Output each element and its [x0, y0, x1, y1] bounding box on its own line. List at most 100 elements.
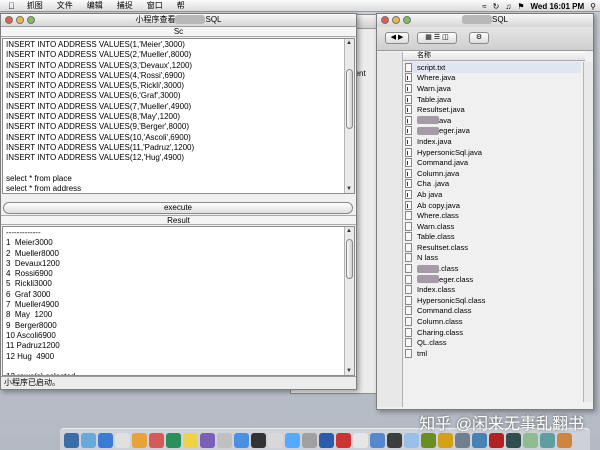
file-row[interactable]: tml: [405, 348, 581, 359]
execute-button[interactable]: execute: [3, 202, 353, 214]
dock-app-icon[interactable]: [302, 433, 317, 448]
dock-app-icon[interactable]: [285, 433, 300, 448]
menu-clock[interactable]: Wed 16:01 PM: [530, 2, 584, 11]
dock-app-icon[interactable]: [268, 433, 283, 448]
dock-app-icon[interactable]: [319, 433, 334, 448]
dock-app-icon[interactable]: [421, 433, 436, 448]
sql-scroll-thumb[interactable]: [346, 69, 353, 129]
zoom-button[interactable]: [403, 16, 411, 24]
file-row[interactable]: Ab java: [405, 189, 581, 200]
menu-item-grab[interactable]: 抓图: [20, 0, 50, 11]
dock-app-icon[interactable]: [455, 433, 470, 448]
scroll-up-icon[interactable]: ▲: [346, 228, 352, 234]
file-row[interactable]: Resultset.class: [405, 242, 581, 253]
file-row[interactable]: .class: [405, 263, 581, 274]
file-row[interactable]: Where.class: [405, 210, 581, 221]
file-row[interactable]: Warn.class: [405, 221, 581, 232]
dock-app-icon[interactable]: [557, 433, 572, 448]
file-row[interactable]: HypersonicSql.class: [405, 295, 581, 306]
dock-app-icon[interactable]: [336, 433, 351, 448]
file-row[interactable]: QL.class: [405, 337, 581, 348]
dock-app-icon[interactable]: [64, 433, 79, 448]
result-output[interactable]: ------------- 1 Meier3000 2 Mueller8000 3 D…: [2, 226, 355, 376]
volume-icon[interactable]: ♫: [505, 2, 511, 11]
file-row[interactable]: Cha .java: [405, 179, 581, 190]
dock-app-icon[interactable]: [149, 433, 164, 448]
finder-titlebar[interactable]: SQL: [377, 14, 593, 27]
file-row[interactable]: Table.class: [405, 232, 581, 243]
result-scrollbar[interactable]: ▲ ▼: [344, 227, 354, 375]
scroll-down-icon[interactable]: ▼: [346, 368, 352, 374]
menu-item-help[interactable]: 帮: [170, 0, 192, 11]
result-scroll-thumb[interactable]: [346, 239, 353, 279]
sync-icon[interactable]: ↻: [493, 2, 500, 11]
dock-app-icon[interactable]: [166, 433, 181, 448]
file-row[interactable]: HypersonicSql.java: [405, 147, 581, 158]
zoom-button[interactable]: [27, 16, 35, 24]
dock-app-icon[interactable]: [217, 433, 232, 448]
flag-icon[interactable]: ⚑: [517, 2, 524, 11]
file-row[interactable]: Table.java: [405, 94, 581, 105]
dock-app-icon[interactable]: [472, 433, 487, 448]
dock-app-icon[interactable]: [353, 433, 368, 448]
file-row[interactable]: Warn.java: [405, 83, 581, 94]
view-mode-buttons[interactable]: ▦ ☰ ◫: [417, 32, 457, 44]
file-row[interactable]: Command.java: [405, 157, 581, 168]
dock-app-icon[interactable]: [234, 433, 249, 448]
sql-text[interactable]: INSERT INTO ADDRESS VALUES(1,'Meier',300…: [3, 39, 354, 193]
dock-app-icon[interactable]: [200, 433, 215, 448]
scroll-down-icon[interactable]: ▼: [346, 186, 352, 192]
dock-app-icon[interactable]: [523, 433, 538, 448]
file-row[interactable]: ava: [405, 115, 581, 126]
back-forward-buttons[interactable]: ◀ ▶: [385, 32, 409, 44]
name-column-header[interactable]: 名称: [403, 51, 585, 61]
dock-app-icon[interactable]: [540, 433, 555, 448]
close-button[interactable]: [5, 16, 13, 24]
dock-app-icon[interactable]: [489, 433, 504, 448]
dock-app-icon[interactable]: [183, 433, 198, 448]
dock-app-icon[interactable]: [81, 433, 96, 448]
applet-titlebar[interactable]: 小程序查看 SQL: [1, 14, 356, 27]
dock-app-icon[interactable]: [387, 433, 402, 448]
file-row[interactable]: script.txt: [405, 62, 581, 73]
file-row[interactable]: N lass: [405, 253, 581, 264]
close-button[interactable]: [381, 16, 389, 24]
menu-item-edit[interactable]: 编辑: [80, 0, 110, 11]
applet-viewer-window[interactable]: 小程序查看 SQL Sc INSERT INTO ADDRESS VALUES(1…: [0, 13, 357, 390]
file-row[interactable]: Index.class: [405, 284, 581, 295]
menu-item-capture[interactable]: 捕捉: [110, 0, 140, 11]
apple-menu-icon[interactable]: : [0, 1, 20, 11]
file-row[interactable]: eger.class: [405, 274, 581, 285]
dock-app-icon[interactable]: [370, 433, 385, 448]
sql-scrollbar[interactable]: ▲ ▼: [344, 39, 354, 193]
dock-app-icon[interactable]: [132, 433, 147, 448]
file-row[interactable]: Column.java: [405, 168, 581, 179]
sql-editor[interactable]: INSERT INTO ADDRESS VALUES(1,'Meier',300…: [2, 38, 355, 194]
menu-item-window[interactable]: 窗口: [140, 0, 170, 11]
sql-line: INSERT INTO ADDRESS VALUES(12,'Hug',4900…: [6, 153, 185, 163]
finder-window[interactable]: SQL ◀ ▶ ▦ ☰ ◫ ⚙ 名称 script.txt Where.java W…: [376, 13, 594, 410]
file-row[interactable]: Charing.class: [405, 327, 581, 338]
dock-app-icon[interactable]: [98, 433, 113, 448]
file-row[interactable]: Column.class: [405, 316, 581, 327]
scroll-up-icon[interactable]: ▲: [346, 40, 352, 46]
file-row[interactable]: Index.java: [405, 136, 581, 147]
file-row[interactable]: eger.java: [405, 126, 581, 137]
wifi-icon[interactable]: ≈: [482, 2, 486, 11]
file-row[interactable]: Where.java: [405, 73, 581, 84]
dock-app-icon[interactable]: [506, 433, 521, 448]
dock-app-icon[interactable]: [251, 433, 266, 448]
finder-sidebar[interactable]: [377, 52, 403, 407]
file-row[interactable]: Ab copy.java: [405, 200, 581, 211]
finder-scrollbar[interactable]: [583, 62, 593, 402]
dock-app-icon[interactable]: [404, 433, 419, 448]
spotlight-icon[interactable]: ⚲: [590, 2, 596, 11]
gear-icon[interactable]: ⚙: [469, 32, 489, 44]
dock-app-icon[interactable]: [438, 433, 453, 448]
file-row[interactable]: Command.class: [405, 306, 581, 317]
minimize-button[interactable]: [16, 16, 24, 24]
minimize-button[interactable]: [392, 16, 400, 24]
menu-item-file[interactable]: 文件: [50, 0, 80, 11]
dock-app-icon[interactable]: [115, 433, 130, 448]
file-row[interactable]: Resultset.java: [405, 104, 581, 115]
